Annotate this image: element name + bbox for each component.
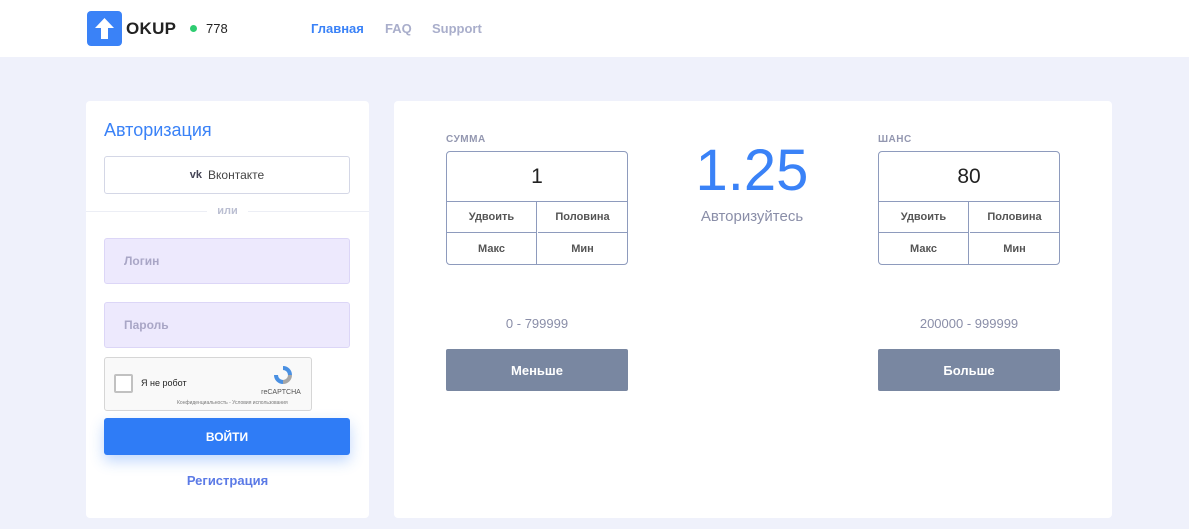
register-link[interactable]: Регистрация xyxy=(86,473,369,488)
game-panel: СУММА 1 Удвоить Половина Макс Мин 0 - 79… xyxy=(394,101,1112,518)
more-button[interactable]: Больше xyxy=(878,349,1060,391)
vk-login-label: Вконтакте xyxy=(208,168,265,182)
sum-half-button[interactable]: Половина xyxy=(538,202,627,233)
login-input[interactable]: Логин xyxy=(104,238,350,284)
online-count: 778 xyxy=(206,21,228,36)
auth-required-status: Авторизуйтесь xyxy=(700,208,804,225)
sum-input[interactable]: 1 xyxy=(447,152,627,202)
chance-double-button[interactable]: Удвоить xyxy=(879,202,969,233)
login-button[interactable]: ВОЙТИ xyxy=(104,418,350,455)
recaptcha-terms[interactable]: Конфиденциальность - Условия использован… xyxy=(177,400,288,406)
vk-icon: vk xyxy=(189,169,203,181)
sum-max-button[interactable]: Макс xyxy=(447,233,537,264)
nav-link-support[interactable]: Support xyxy=(432,21,482,36)
chance-input[interactable]: 80 xyxy=(879,152,1059,202)
sum-min-button[interactable]: Мин xyxy=(538,233,627,264)
chance-control: 80 Удвоить Половина Макс Мин xyxy=(878,151,1060,265)
nav-link-home[interactable]: Главная xyxy=(311,21,364,36)
online-status-icon xyxy=(190,25,197,32)
sum-range: 0 - 799999 xyxy=(505,316,569,331)
recaptcha-widget: Я не робот reCAPTCHA Конфиденциальность … xyxy=(104,357,312,411)
password-input[interactable]: Пароль xyxy=(104,302,350,348)
logo-arrow-icon[interactable] xyxy=(87,11,122,46)
coefficient-value: 1.25 xyxy=(695,138,809,203)
recaptcha-label: Я не робот xyxy=(141,378,187,388)
chance-half-button[interactable]: Половина xyxy=(970,202,1059,233)
chance-max-button[interactable]: Макс xyxy=(879,233,969,264)
logo-text[interactable]: OKUP xyxy=(126,19,176,39)
sum-double-button[interactable]: Удвоить xyxy=(447,202,537,233)
recaptcha-brand: reCAPTCHA xyxy=(261,389,301,396)
sum-label: СУММА xyxy=(446,134,486,145)
vk-login-button[interactable]: vk Вконтакте xyxy=(104,156,350,194)
auth-title: Авторизация xyxy=(104,120,212,140)
auth-panel: Авторизация vk Вконтакте или Логин Парол… xyxy=(86,101,369,518)
top-bar: OKUP 778 Главная FAQ Support xyxy=(0,0,1189,57)
less-button[interactable]: Меньше xyxy=(446,349,628,391)
nav-link-faq[interactable]: FAQ xyxy=(385,21,412,36)
chance-min-button[interactable]: Мин xyxy=(970,233,1059,264)
chance-range: 200000 - 999999 xyxy=(919,316,1019,331)
recaptcha-checkbox[interactable] xyxy=(114,374,133,393)
chance-label: ШАНС xyxy=(878,134,912,145)
sum-control: 1 Удвоить Половина Макс Мин xyxy=(446,151,628,265)
recaptcha-logo-icon xyxy=(272,364,294,391)
or-divider-label: или xyxy=(86,205,369,217)
